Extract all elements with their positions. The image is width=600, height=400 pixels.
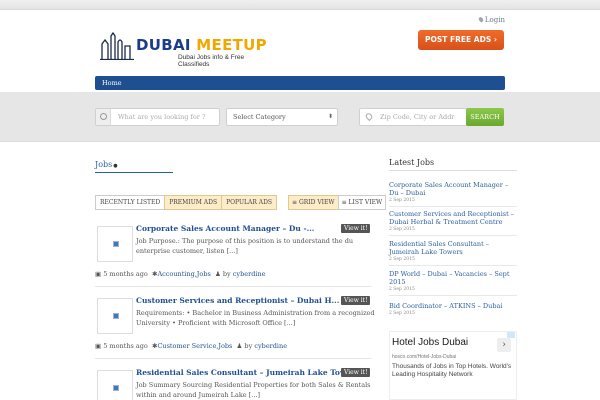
job-thumbnail[interactable] xyxy=(97,226,133,262)
main-nav: Home xyxy=(95,76,505,90)
list-label: LIST VIEW xyxy=(348,199,383,206)
category-select[interactable]: Select Category ⬍ xyxy=(226,108,338,126)
job-age: 5 months ago xyxy=(103,342,148,350)
search-button[interactable]: SEARCH xyxy=(466,108,504,126)
image-placeholder-icon xyxy=(113,385,119,391)
updown-arrows-icon: ⬍ xyxy=(327,113,333,120)
ad-body: Thousands of Jobs in Top Hotels. World's… xyxy=(392,363,512,378)
section-title: Jobs xyxy=(95,160,118,169)
view-it-button[interactable]: View it! xyxy=(341,224,371,233)
logo-tagline: Dubai Jobs info & Free Classifieds xyxy=(178,54,245,68)
job-meta: ▣ 5 months ago ✱Customer Service,Jobs ♟ … xyxy=(95,342,287,350)
image-placeholder-icon xyxy=(113,241,119,247)
latest-jobs-title: Latest Jobs xyxy=(389,158,435,167)
job-meta: ▣ 5 months ago ✱Accounting,Jobs ♟ by cyb… xyxy=(95,270,266,278)
latest-job-item: Corporate Sales Account Manager – Du – D… xyxy=(389,181,517,207)
sidebar-divider xyxy=(389,170,517,171)
latest-job-date: 2 Sep 2015 xyxy=(389,198,415,203)
chevron-right-icon: › xyxy=(493,35,497,44)
job-author[interactable]: cyberdine xyxy=(233,270,266,278)
latest-job-date: 2 Sep 2015 xyxy=(389,287,415,292)
job-title[interactable]: Corporate Sales Account Manager – Du -..… xyxy=(136,224,314,233)
job-age: 5 months ago xyxy=(103,270,148,278)
keyword-placeholder: What are you looking for ? xyxy=(118,113,206,121)
location-placeholder: Zip Code, City or Addr xyxy=(380,113,455,121)
tab-popular-ads[interactable]: POPULAR ADS xyxy=(221,195,278,210)
tab-premium-ads[interactable]: PREMIUM ADS xyxy=(164,195,223,210)
ad-arrow-button[interactable]: › xyxy=(497,338,511,352)
ad-headline[interactable]: Hotel Jobs Dubai xyxy=(392,337,468,348)
post-ad-label: POST FREE ADS xyxy=(425,35,492,44)
job-categories[interactable]: Customer Service,Jobs xyxy=(157,342,232,350)
latest-job-date: 2 Sep 2015 xyxy=(389,311,415,316)
logo-dubai: DUBAI xyxy=(136,36,191,54)
latest-job-item: Customer Services and Receptionist – Dub… xyxy=(389,210,517,236)
skyline-icon xyxy=(100,31,134,61)
job-description: Job Purpose.: The purpose of this positi… xyxy=(136,237,354,255)
login-label: Login xyxy=(484,16,505,24)
category-value: Select Category xyxy=(233,113,286,121)
view-it-button[interactable]: View it! xyxy=(341,296,371,305)
divider xyxy=(389,295,517,296)
job-description: Requirements: • Bachelor in Business Adm… xyxy=(136,309,375,327)
job-description: Job Summary Sourcing Residential Propert… xyxy=(136,381,371,399)
job-title[interactable]: Customer Services and Receptionist – Dub… xyxy=(136,296,339,305)
divider xyxy=(95,358,371,359)
search-icon xyxy=(96,109,111,125)
ad-url: hosco.com/Hotel-Jobs-Dubai xyxy=(392,354,457,360)
logo-wordmark: DUBAI MEETUP xyxy=(136,36,267,54)
job-categories[interactable]: Accounting,Jobs xyxy=(157,270,210,278)
latest-job-link[interactable]: Customer Services and Receptionist – Dub… xyxy=(389,210,517,226)
view-it-button[interactable]: View it! xyxy=(341,368,371,377)
latest-job-link[interactable]: DP World – Dubai – Vacancies – Sept 2015 xyxy=(389,270,517,286)
listing-tabs: RECENTLY LISTED PREMIUM ADS POPULAR ADS xyxy=(95,195,278,210)
sidebar-ad[interactable]: Hotel Jobs Dubai › hosco.com/Hotel-Jobs-… xyxy=(389,331,517,400)
divider xyxy=(389,206,517,207)
grid-label: GRID VIEW xyxy=(298,199,335,206)
divider xyxy=(389,265,517,266)
nav-home[interactable]: Home xyxy=(95,79,122,87)
tab-recently-listed[interactable]: RECENTLY LISTED xyxy=(95,195,166,210)
map-pin-icon xyxy=(364,111,374,122)
list-icon: ≡ xyxy=(341,199,349,206)
clock-icon: ▣ xyxy=(95,270,104,278)
latest-job-item: DP World – Dubai – Vacancies – Sept 2015… xyxy=(389,270,517,296)
user-icon: ♟ xyxy=(214,270,223,278)
by-label: by xyxy=(244,342,253,350)
latest-job-item: Residential Sales Consultant – Jumeirah … xyxy=(389,240,517,266)
section-underline xyxy=(95,172,173,173)
latest-job-link[interactable]: Corporate Sales Account Manager – Du – D… xyxy=(389,181,517,197)
job-thumbnail[interactable] xyxy=(97,298,133,334)
by-label: by xyxy=(222,270,231,278)
job-thumbnail[interactable] xyxy=(97,370,133,400)
latest-job-item: Bid Coordinator – ATKINS – Dubai 2 Sep 2… xyxy=(389,302,517,316)
logo-meetup: MEETUP xyxy=(196,36,267,54)
location-pin-icon xyxy=(477,16,485,23)
divider xyxy=(95,286,371,287)
divider xyxy=(389,235,517,236)
keyword-search-input[interactable]: What are you looking for ? xyxy=(95,108,220,126)
job-author[interactable]: cyberdine xyxy=(254,342,287,350)
post-free-ads-button[interactable]: POST FREE ADS › xyxy=(418,30,504,50)
clock-icon: ▣ xyxy=(95,342,104,350)
latest-job-link[interactable]: Residential Sales Consultant – Jumeirah … xyxy=(389,240,517,256)
list-view-button[interactable]: ≡ LIST VIEW xyxy=(337,195,387,210)
latest-job-date: 2 Sep 2015 xyxy=(389,227,415,232)
image-placeholder-icon xyxy=(113,313,119,319)
site-logo[interactable]: DUBAI MEETUP Dubai Jobs info & Free Clas… xyxy=(100,31,270,68)
latest-job-date: 2 Sep 2015 xyxy=(389,257,415,262)
view-toggle: ≡ GRID VIEW ≡ LIST VIEW xyxy=(288,195,387,210)
grid-view-button[interactable]: ≡ GRID VIEW xyxy=(288,195,339,210)
location-input[interactable]: Zip Code, City or Addr xyxy=(359,108,467,126)
login-link[interactable]: Login xyxy=(477,16,505,24)
grid-icon: ≡ xyxy=(292,199,299,206)
top-strip xyxy=(0,0,600,10)
job-title[interactable]: Residential Sales Consultant – Jumeirah … xyxy=(136,368,353,377)
latest-job-link[interactable]: Bid Coordinator – ATKINS – Dubai xyxy=(389,302,517,310)
